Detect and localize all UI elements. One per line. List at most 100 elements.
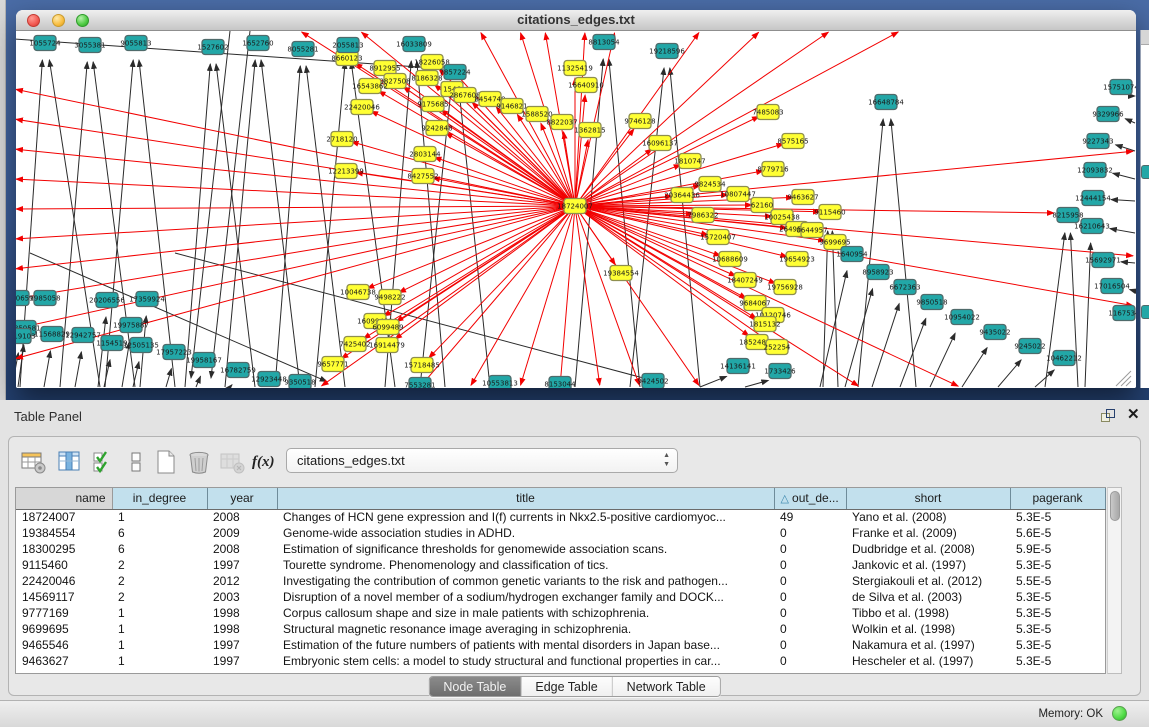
graph-node-label: 15692971 [1085, 257, 1121, 265]
graph-node-label: 12505135 [123, 342, 159, 350]
table-cell: Yano et al. (2008) [846, 509, 1010, 525]
column-header-short[interactable]: short [846, 488, 1010, 509]
table-row[interactable]: 1456911722003Disruption of a novel membe… [16, 589, 1105, 605]
table-cell: Structural magnetic resonance image aver… [277, 621, 774, 637]
table-cell: 1997 [207, 557, 277, 573]
table-row[interactable]: 946554611997Estimation of the future num… [16, 637, 1105, 653]
graph-node-label: 9684067 [739, 300, 770, 308]
table-cell: 1 [112, 621, 207, 637]
status-bar: Memory: OK [0, 700, 1149, 727]
window-titlebar[interactable]: citations_edges.txt [16, 10, 1136, 31]
minimize-window-button[interactable] [52, 14, 65, 27]
graph-node-label: 16914479 [369, 342, 405, 350]
window-title: citations_edges.txt [16, 10, 1136, 30]
column-header-in-degree[interactable]: in_degree [112, 488, 207, 509]
close-window-button[interactable] [27, 14, 40, 27]
graph-node-label: 7485083 [752, 109, 783, 117]
table-cell: 9463627 [16, 653, 112, 669]
graph-node-label: 22420046 [344, 104, 380, 112]
graph-node-label: 1985058 [29, 295, 60, 303]
select-columns-icon[interactable] [91, 449, 117, 475]
graph-node-label: 2718120 [326, 136, 357, 144]
table-cell: 22420046 [16, 573, 112, 589]
table-row[interactable]: 1872400712008Changes of HCN gene express… [16, 509, 1105, 525]
table-selector-dropdown[interactable]: citations_edges.txt ▲▼ [286, 448, 678, 473]
graph-node-label: 9435022 [979, 329, 1010, 337]
table-row[interactable]: 1830029562008Estimation of significance … [16, 541, 1105, 557]
node-table[interactable]: namein_degreeyeartitle△ out_de...shortpa… [15, 487, 1106, 674]
graph-node-label: 1640954 [836, 251, 868, 259]
graph-node-label: 10954022 [944, 314, 980, 322]
row-height-icon[interactable] [123, 449, 149, 475]
column-header-out-de-[interactable]: △ out_de... [774, 488, 846, 509]
column-header-title[interactable]: title [277, 488, 774, 509]
graph-node-label: 1055724 [29, 40, 61, 48]
graph-node-label: 16096137 [642, 140, 678, 148]
network-canvas[interactable]: 1872400786601238912955182260589827508165… [16, 31, 1136, 388]
close-panel-icon[interactable]: ✕ [1127, 405, 1140, 423]
tab-node-table[interactable]: Node Table [429, 677, 521, 696]
table-settings-icon[interactable] [21, 449, 47, 475]
table-cell: 2 [112, 557, 207, 573]
table-vertical-scrollbar[interactable] [1107, 487, 1122, 674]
table-cell: 0 [774, 605, 846, 621]
graph-node-label: 19654923 [779, 256, 815, 264]
graph-node-label: 6099489 [372, 324, 403, 332]
graph-node-label: 11325419 [557, 65, 593, 73]
graph-node-label: 15718485 [404, 362, 440, 370]
table-row[interactable]: 911546021997Tourette syndrome. Phenomeno… [16, 557, 1105, 573]
table-cell: 1997 [207, 637, 277, 653]
table-cell: 5.9E-5 [1010, 541, 1105, 557]
table-cell: Genome-wide association studies in ADHD. [277, 525, 774, 541]
new-document-icon[interactable] [153, 449, 179, 475]
background-window-edge [1140, 30, 1149, 388]
sort-indicator-icon: △ [781, 493, 793, 505]
float-panel-icon[interactable] [1101, 409, 1116, 423]
table-cell: 2 [112, 589, 207, 605]
table-row[interactable]: 2242004622012Investigating the contribut… [16, 573, 1105, 589]
table-cell: 1 [112, 605, 207, 621]
table-cell: Disruption of a novel member of a sodium… [277, 589, 774, 605]
graph-node-label: 15751074 [1103, 84, 1136, 92]
graph-node-label: 19975887 [113, 322, 149, 330]
tab-network-table[interactable]: Network Table [613, 677, 720, 696]
graph-node-label: 10807447 [720, 191, 756, 199]
column-header-year[interactable]: year [207, 488, 277, 509]
scrollbar-thumb[interactable] [1110, 491, 1120, 521]
dropdown-stepper-icon: ▲▼ [663, 451, 670, 469]
delete-table-icon-disabled [219, 449, 245, 475]
graph-node-label: 9115460 [814, 209, 845, 217]
table-panel-title: Table Panel [14, 409, 82, 424]
graph-node-label: 1167534 [1108, 310, 1136, 318]
graph-node-label: 18407249 [727, 277, 763, 285]
graph-node-label: 9242848 [421, 125, 452, 133]
table-row[interactable]: 1938455462009Genome-wide association stu… [16, 525, 1105, 541]
graph-node-label: 3919103 [16, 333, 36, 341]
table-cell: 0 [774, 573, 846, 589]
graph-node-label: 14136141 [720, 363, 756, 371]
graph-node-label: 19958167 [186, 357, 222, 365]
delete-trash-icon[interactable] [186, 449, 212, 475]
table-panel-header: Table Panel ✕ [0, 400, 1149, 432]
table-cell: Hescheler et al. (1997) [846, 653, 1010, 669]
resize-grip[interactable] [1116, 371, 1131, 386]
table-cell: Wolkin et al. (1998) [846, 621, 1010, 637]
table-row[interactable]: 946362711997Embryonic stem cells: a mode… [16, 653, 1105, 669]
table-cell: 5.3E-5 [1010, 589, 1105, 605]
zoom-window-button[interactable] [76, 14, 89, 27]
show-columns-icon[interactable] [57, 449, 83, 475]
tab-edge-table[interactable]: Edge Table [521, 677, 612, 696]
graph-node-label: 16782759 [220, 367, 256, 375]
table-cell: 0 [774, 557, 846, 573]
memory-ok-indicator[interactable] [1112, 706, 1127, 721]
table-row[interactable]: 969969511998Structural magnetic resonanc… [16, 621, 1105, 637]
graph-node-label: 8958923 [862, 269, 893, 277]
graph-node-label: 2803144 [409, 151, 441, 159]
column-header-name[interactable]: name [16, 488, 112, 509]
function-builder-icon[interactable]: f(x) [252, 449, 278, 475]
graph-node-label: 9175685 [417, 101, 448, 109]
table-row[interactable]: 977716911998Corpus callosum shape and si… [16, 605, 1105, 621]
table-cell: Investigating the contribution of common… [277, 573, 774, 589]
network-window[interactable]: citations_edges.txt 18724007866012389129… [16, 10, 1136, 388]
column-header-pagerank[interactable]: pagerank [1010, 488, 1105, 509]
